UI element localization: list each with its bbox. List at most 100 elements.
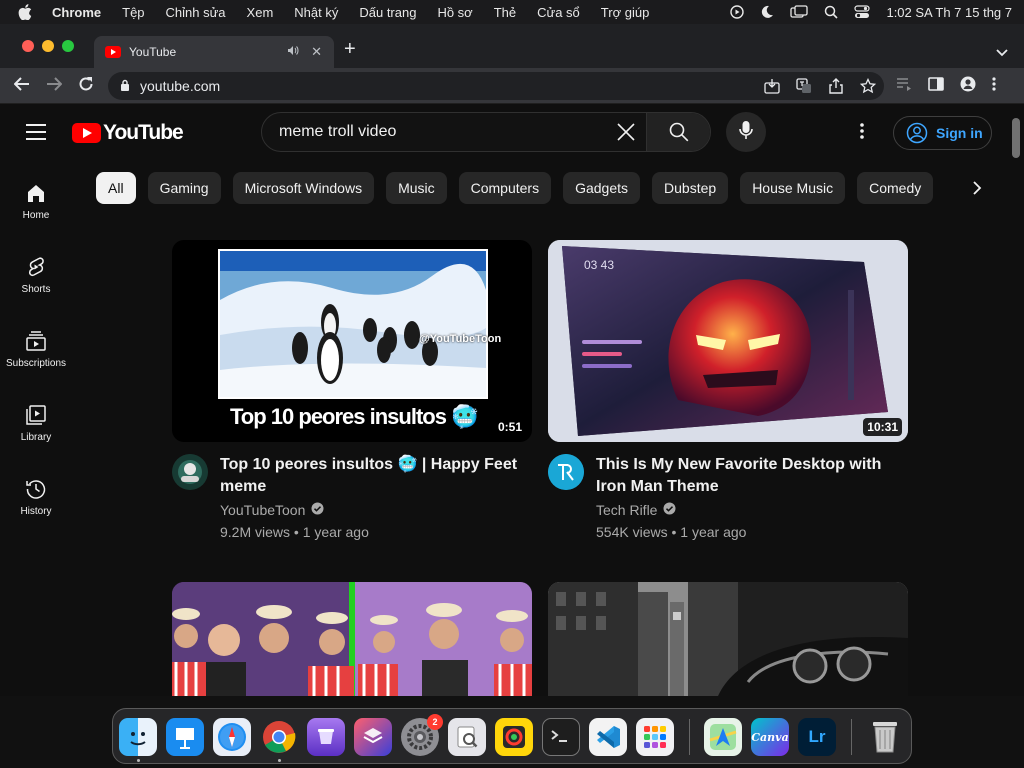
thumbnail-caption: Top 10 peores insultos 🥶 bbox=[230, 404, 478, 429]
chip-house-music[interactable]: House Music bbox=[740, 172, 846, 204]
clear-search-icon[interactable] bbox=[606, 123, 646, 141]
video-card[interactable]: @YouTubeToon Top 10 peores insultos 🥶 0:… bbox=[172, 240, 532, 540]
guide-item-library[interactable]: Library bbox=[0, 382, 72, 456]
menu-window[interactable]: Cửa sổ bbox=[537, 5, 580, 20]
tab-search-chevron-icon[interactable] bbox=[996, 44, 1008, 62]
side-panel-icon[interactable] bbox=[928, 76, 944, 97]
speaker-icon[interactable] bbox=[287, 45, 299, 59]
chip-all[interactable]: All bbox=[96, 172, 136, 204]
launchpad-icon[interactable] bbox=[636, 718, 674, 756]
finder-icon[interactable] bbox=[119, 718, 157, 756]
video-card[interactable]: 03 43 10:31 This Is My New Favorite Desk… bbox=[548, 240, 908, 540]
video-title[interactable]: Top 10 peores insultos 🥶 | Happy Feet me… bbox=[220, 454, 532, 498]
back-arrow-icon[interactable] bbox=[13, 76, 30, 97]
canva-icon[interactable]: Canva bbox=[751, 718, 789, 756]
chip-dubstep[interactable]: Dubstep bbox=[652, 172, 729, 204]
chip-next-chevron-icon[interactable] bbox=[972, 180, 982, 201]
video-thumbnail[interactable]: @YouTubeToon Top 10 peores insultos 🥶 0:… bbox=[172, 240, 532, 442]
menubar-clock[interactable]: 1:02 SA Th 7 15 thg 7 bbox=[886, 5, 1012, 20]
install-app-icon[interactable] bbox=[764, 78, 780, 97]
video-thumbnail[interactable]: 03 43 10:31 bbox=[548, 240, 908, 442]
youtube-logo[interactable]: YouTube bbox=[72, 121, 184, 145]
shortcuts-icon[interactable] bbox=[354, 718, 392, 756]
keynote-icon[interactable] bbox=[166, 718, 204, 756]
search-icon[interactable] bbox=[824, 5, 839, 19]
chip-comedy[interactable]: Comedy bbox=[857, 172, 934, 204]
address-bar[interactable]: youtube.com bbox=[108, 72, 884, 100]
video-thumbnail[interactable] bbox=[172, 582, 532, 696]
forward-arrow-icon[interactable] bbox=[46, 76, 63, 97]
reload-icon[interactable] bbox=[78, 76, 94, 97]
menu-profiles[interactable]: Hồ sơ bbox=[437, 5, 472, 20]
video-card[interactable] bbox=[172, 582, 532, 696]
channel-name[interactable]: Tech Rifle bbox=[596, 502, 657, 518]
channel-name[interactable]: YouTubeToon bbox=[220, 502, 305, 518]
channel-avatar[interactable] bbox=[548, 454, 584, 490]
dock-separator bbox=[689, 719, 690, 755]
video-stats: 9.2M views • 1 year ago bbox=[220, 524, 369, 540]
video-title[interactable]: This Is My New Favorite Desktop with Iro… bbox=[596, 454, 908, 498]
search-button[interactable] bbox=[646, 113, 710, 151]
menu-bookmarks[interactable]: Dấu trang bbox=[359, 5, 416, 20]
trash-icon[interactable] bbox=[866, 718, 904, 756]
chrome-menu-icon[interactable] bbox=[992, 76, 996, 97]
chip-gaming[interactable]: Gaming bbox=[147, 172, 221, 204]
chip-microsoft-windows[interactable]: Microsoft Windows bbox=[232, 172, 375, 204]
color-picker-icon[interactable] bbox=[495, 718, 533, 756]
vscode-icon[interactable] bbox=[589, 718, 627, 756]
bookmark-star-icon[interactable] bbox=[859, 77, 877, 97]
chrome-icon[interactable] bbox=[260, 718, 298, 756]
tab-close-icon[interactable]: ✕ bbox=[311, 44, 322, 60]
video-thumbnail[interactable] bbox=[548, 582, 908, 696]
chip-computers[interactable]: Computers bbox=[458, 172, 552, 204]
lightroom-icon[interactable]: Lr bbox=[798, 718, 836, 756]
hamburger-menu-icon[interactable] bbox=[26, 124, 46, 145]
voice-search-button[interactable] bbox=[726, 112, 766, 152]
maps-icon[interactable] bbox=[704, 718, 742, 756]
settings-icon[interactable]: 2 bbox=[401, 714, 443, 756]
menu-history[interactable]: Nhật ký bbox=[294, 5, 338, 20]
window-close-button[interactable] bbox=[22, 40, 34, 52]
window-zoom-button[interactable] bbox=[62, 40, 74, 52]
running-indicator bbox=[137, 759, 140, 762]
menu-file[interactable]: Tệp bbox=[122, 5, 144, 20]
translate-icon[interactable] bbox=[796, 78, 812, 97]
terminal-icon[interactable] bbox=[542, 718, 580, 756]
guide-item-shorts[interactable]: Shorts bbox=[0, 234, 72, 308]
menu-tab[interactable]: Thẻ bbox=[494, 5, 516, 20]
page-scrollbar[interactable] bbox=[1012, 118, 1020, 158]
choir-thumbnail-image bbox=[172, 582, 532, 696]
menu-app-name[interactable]: Chrome bbox=[52, 5, 101, 20]
menu-edit[interactable]: Chỉnh sửa bbox=[166, 5, 226, 20]
search-input[interactable]: meme troll video bbox=[262, 123, 606, 141]
url-text[interactable]: youtube.com bbox=[140, 78, 220, 94]
menu-help[interactable]: Trợ giúp bbox=[601, 5, 650, 20]
chip-music[interactable]: Music bbox=[386, 172, 447, 204]
safari-icon[interactable] bbox=[213, 718, 251, 756]
lock-icon[interactable] bbox=[120, 78, 130, 94]
sign-in-button[interactable]: Sign in bbox=[893, 116, 992, 150]
guide-label: History bbox=[20, 506, 52, 517]
apple-icon[interactable] bbox=[18, 4, 34, 20]
guide-item-subscriptions[interactable]: Subscriptions bbox=[0, 308, 72, 382]
share-icon[interactable] bbox=[828, 78, 844, 97]
video-card[interactable] bbox=[548, 582, 908, 696]
window-minimize-button[interactable] bbox=[42, 40, 54, 52]
play-circle-icon[interactable] bbox=[730, 5, 745, 19]
moon-icon[interactable] bbox=[760, 5, 774, 19]
guide-item-home[interactable]: Home bbox=[0, 160, 72, 234]
new-tab-button[interactable]: + bbox=[344, 39, 356, 59]
menu-view[interactable]: Xem bbox=[247, 5, 274, 20]
preview-icon[interactable] bbox=[448, 718, 486, 756]
control-center-icon[interactable] bbox=[854, 5, 871, 19]
channel-avatar[interactable] bbox=[172, 454, 208, 490]
screen-mirror-icon[interactable] bbox=[790, 5, 809, 19]
chip-gadgets[interactable]: Gadgets bbox=[563, 172, 641, 204]
media-queue-icon[interactable] bbox=[896, 76, 912, 97]
settings-kebab-icon[interactable] bbox=[860, 122, 864, 145]
guide-item-history[interactable]: History bbox=[0, 456, 72, 530]
browser-tab[interactable]: YouTube ✕ bbox=[94, 36, 334, 68]
subscriptions-icon bbox=[26, 331, 46, 351]
purple-app-icon[interactable] bbox=[307, 718, 345, 756]
profile-icon[interactable] bbox=[960, 76, 976, 97]
